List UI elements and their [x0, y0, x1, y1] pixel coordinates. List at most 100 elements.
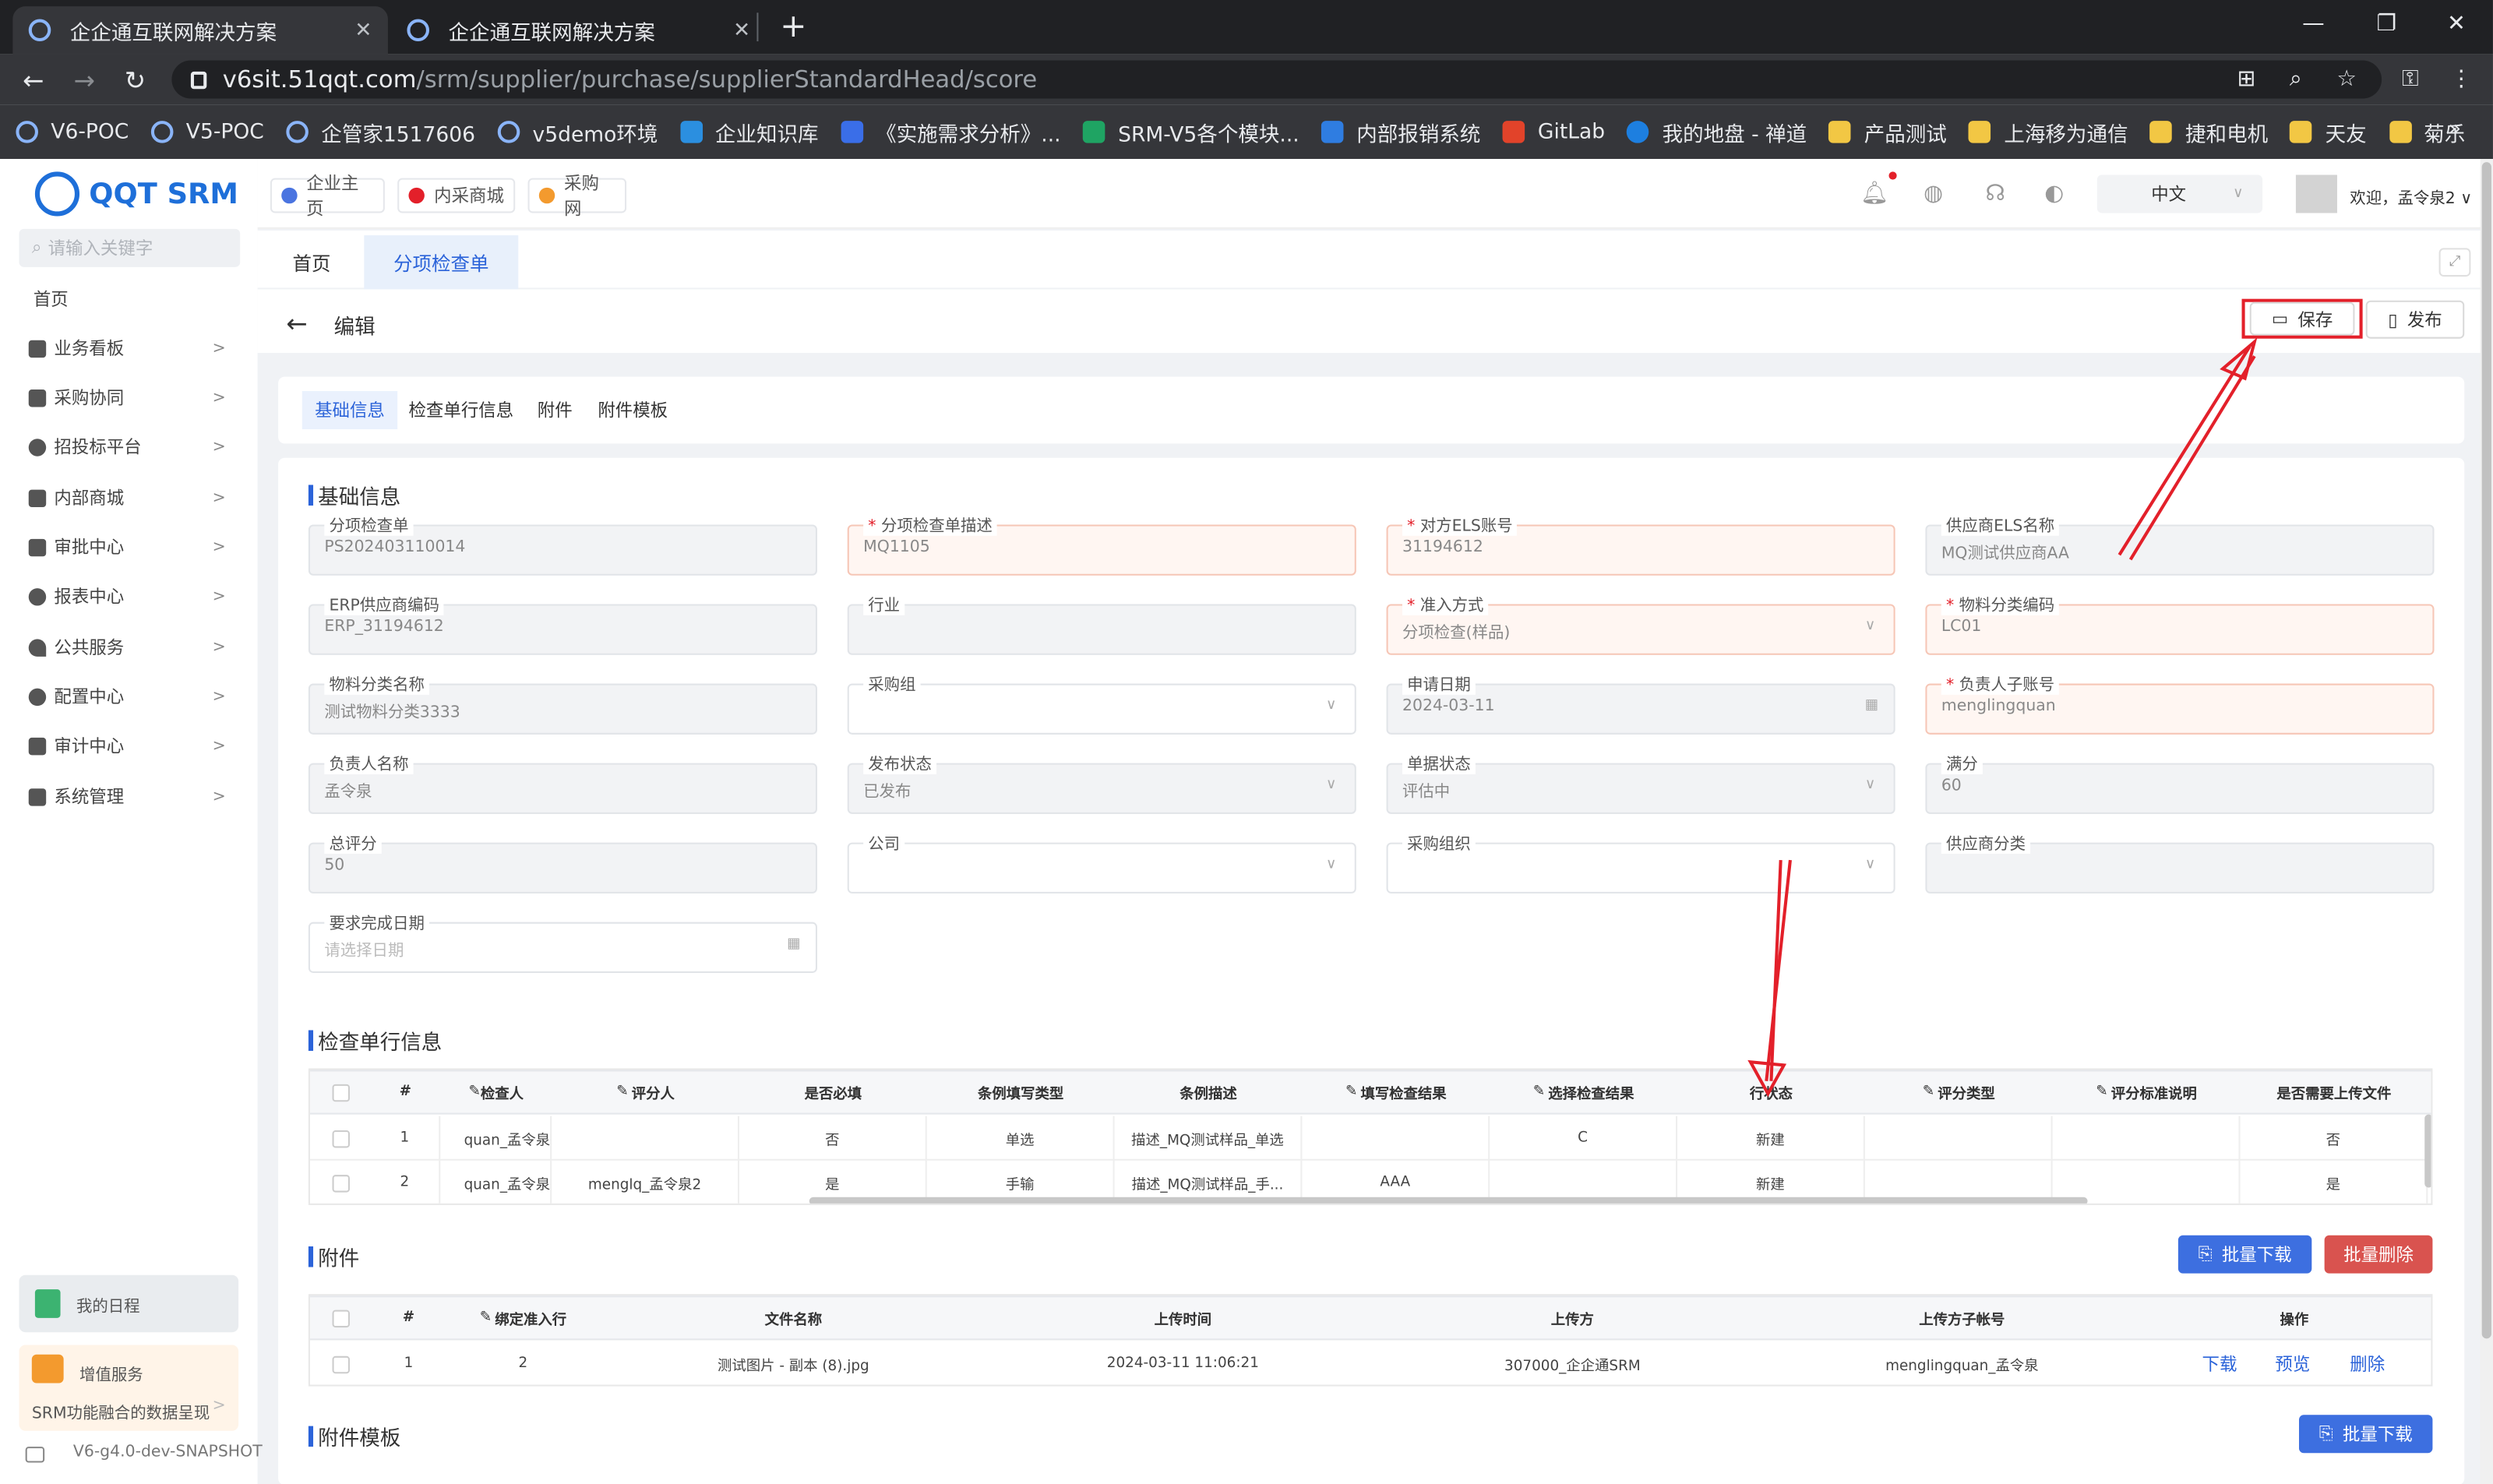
- sidebar-item-dashboard[interactable]: 业务看板 >: [0, 324, 258, 372]
- row-checkbox[interactable]: [310, 1161, 371, 1204]
- preview-link[interactable]: 预览: [2275, 1341, 2310, 1386]
- table-cell: [2053, 1116, 2241, 1161]
- forward-icon[interactable]: →: [67, 64, 102, 96]
- field-input[interactable]: [847, 683, 1356, 735]
- bookmark-item[interactable]: v5demo环境: [497, 117, 658, 147]
- key-icon[interactable]: ⚿: [2394, 65, 2426, 94]
- value-added-service-card[interactable]: 增值服务 SRM功能融合的数据呈现 >: [19, 1345, 239, 1431]
- my-schedule-button[interactable]: 我的日程: [19, 1274, 239, 1333]
- app-logo[interactable]: QQT SRM: [34, 171, 238, 217]
- browser-tab-1[interactable]: 企企通互联网解决方案 ✕: [12, 6, 388, 55]
- qqt-favicon-icon: [28, 19, 51, 42]
- section-tab-attachment[interactable]: 附件: [530, 391, 580, 429]
- col-scorer: ✎ 评分人: [616, 1084, 675, 1103]
- avatar[interactable]: [2295, 174, 2337, 213]
- col-uploader: 上传方: [1550, 1312, 1594, 1329]
- field-input[interactable]: [847, 842, 1356, 894]
- menu-search-input[interactable]: ⌕ 请输入关键字: [19, 228, 241, 267]
- bookmark-item[interactable]: 企管家1517606: [286, 117, 475, 147]
- save-button[interactable]: ▭ 保存: [2249, 301, 2355, 336]
- bookmark-folder[interactable]: 捷和电机: [2150, 117, 2268, 147]
- bookmark-item[interactable]: 《实施需求分析》...: [841, 117, 1061, 147]
- bookmark-item[interactable]: SRM-V5各个模块...: [1083, 117, 1299, 147]
- edit-icon: ✎: [2096, 1084, 2108, 1101]
- batch-delete-button[interactable]: 批量删除: [2324, 1235, 2433, 1274]
- bookmark-item[interactable]: GitLab: [1503, 120, 1605, 144]
- sidebar-item-config[interactable]: 配置中心 >: [0, 672, 258, 720]
- nav-link-mall[interactable]: 内采商城: [397, 178, 516, 213]
- more-bookmarks-icon[interactable]: »: [2449, 118, 2461, 142]
- reload-icon[interactable]: ↻: [118, 64, 153, 96]
- download-icon: ⎘: [2198, 1243, 2213, 1264]
- bookmark-item[interactable]: 内部报销系统: [1321, 117, 1480, 147]
- new-tab-icon[interactable]: +: [776, 6, 811, 44]
- sidebar-item-bidding[interactable]: 招投标平台 >: [0, 423, 258, 471]
- sidebar-item-approval[interactable]: 审批中心 >: [0, 523, 258, 570]
- language-select[interactable]: 中文 ∨: [2096, 174, 2263, 213]
- sidebar-item-audit[interactable]: 审计中心 >: [0, 722, 258, 770]
- tab-home[interactable]: 首页: [263, 235, 361, 289]
- zoom-icon[interactable]: ⌕: [2280, 65, 2312, 94]
- select-all-checkbox[interactable]: [310, 1070, 371, 1114]
- bookmark-folder[interactable]: 上海移为通信: [1969, 117, 2128, 147]
- table-cell: quan_孟令泉: [440, 1116, 552, 1161]
- tab-inspection[interactable]: 分项检查单: [364, 235, 519, 290]
- field-label-text: 物料分类编码: [1959, 597, 2055, 615]
- sidebar-item-mall[interactable]: 内部商城 >: [0, 474, 258, 521]
- publish-button[interactable]: ▯ 发布: [2365, 300, 2465, 339]
- sidebar-item-system[interactable]: 系统管理 >: [0, 773, 258, 820]
- vertical-scrollbar[interactable]: [2424, 1114, 2431, 1188]
- close-tab-icon[interactable]: ✕: [733, 18, 750, 42]
- section-tab-lines[interactable]: 检查单行信息: [402, 391, 520, 429]
- section-tab-basic[interactable]: 基础信息: [301, 391, 398, 430]
- minimize-icon[interactable]: —: [2276, 0, 2350, 48]
- close-tab-icon[interactable]: ✕: [354, 18, 372, 42]
- field-input[interactable]: [1925, 763, 2435, 814]
- field-label-text: 准入方式: [1419, 597, 1484, 615]
- star-icon[interactable]: ☆: [2331, 65, 2363, 94]
- bookmark-folder[interactable]: 产品测试: [1828, 117, 1947, 147]
- collapse-icon[interactable]: [25, 1447, 45, 1463]
- row-checkbox[interactable]: [310, 1116, 371, 1161]
- headset-icon[interactable]: ☊: [1981, 180, 2010, 209]
- field-input[interactable]: [308, 842, 817, 894]
- back-icon[interactable]: ←: [16, 64, 51, 96]
- field-input[interactable]: [847, 604, 1356, 655]
- select-all-checkbox[interactable]: [310, 1295, 371, 1340]
- close-window-icon[interactable]: ✕: [2420, 0, 2493, 48]
- delete-link[interactable]: 删除: [2350, 1341, 2385, 1386]
- fullscreen-icon[interactable]: ⤢: [2438, 248, 2471, 277]
- back-arrow-icon[interactable]: ←: [286, 308, 307, 339]
- field-label: * 分项检查单描述: [863, 512, 997, 536]
- batch-download-button[interactable]: ⎘ 批量下载: [2177, 1235, 2312, 1274]
- restore-icon[interactable]: ❐: [2350, 0, 2423, 48]
- template-batch-download-button[interactable]: ⎘ 批量下载: [2298, 1415, 2433, 1454]
- horizontal-scrollbar[interactable]: [809, 1197, 2088, 1204]
- translate-icon[interactable]: ⊞: [2230, 65, 2262, 94]
- url-bar[interactable]: v6sit.51qqt.com/srm/supplier/purchase/su…: [171, 60, 2382, 99]
- field-label-text: 满分: [1945, 756, 1978, 774]
- row-checkbox[interactable]: [310, 1341, 371, 1386]
- bell-icon[interactable]: 🔔︎: [1860, 180, 1889, 209]
- theme-icon[interactable]: ◐: [2040, 180, 2068, 209]
- menu-icon[interactable]: ⋮: [2445, 65, 2477, 94]
- bookmark-item[interactable]: V5-POC: [150, 120, 264, 144]
- sidebar-item-public[interactable]: 公共服务 >: [0, 623, 258, 671]
- attachment-table: # ✎ 绑定准入行 文件名称 上传时间 上传方 上传方子帐号 操作 1 2 测试图…: [308, 1294, 2433, 1387]
- bookmark-item[interactable]: 企业知识库: [680, 117, 819, 147]
- nav-link-purchase[interactable]: 采购网: [527, 173, 627, 220]
- sidebar-item-home[interactable]: 首页: [0, 275, 258, 323]
- bookmark-item[interactable]: 我的地盘 - 禅道: [1627, 117, 1807, 147]
- page-scrollbar-thumb[interactable]: [2481, 162, 2491, 1339]
- sidebar-item-purchase[interactable]: 采购协同 >: [0, 374, 258, 421]
- bookmark-folder[interactable]: 天友: [2290, 117, 2367, 147]
- user-menu[interactable]: 欢迎，孟令泉2 ∨: [2350, 185, 2472, 208]
- download-link[interactable]: 下载: [2202, 1341, 2237, 1386]
- table-cell: 1: [404, 1355, 414, 1373]
- bookmark-item[interactable]: V6-POC: [16, 120, 129, 144]
- sidebar-item-report[interactable]: 报表中心 >: [0, 573, 258, 620]
- message-icon[interactable]: ◍: [1919, 180, 1948, 209]
- browser-tab-2[interactable]: 企企通互联网解决方案 ✕: [391, 6, 767, 54]
- section-tab-template[interactable]: 附件模板: [591, 391, 674, 429]
- nav-link-enterprise[interactable]: 企业主页: [270, 173, 385, 220]
